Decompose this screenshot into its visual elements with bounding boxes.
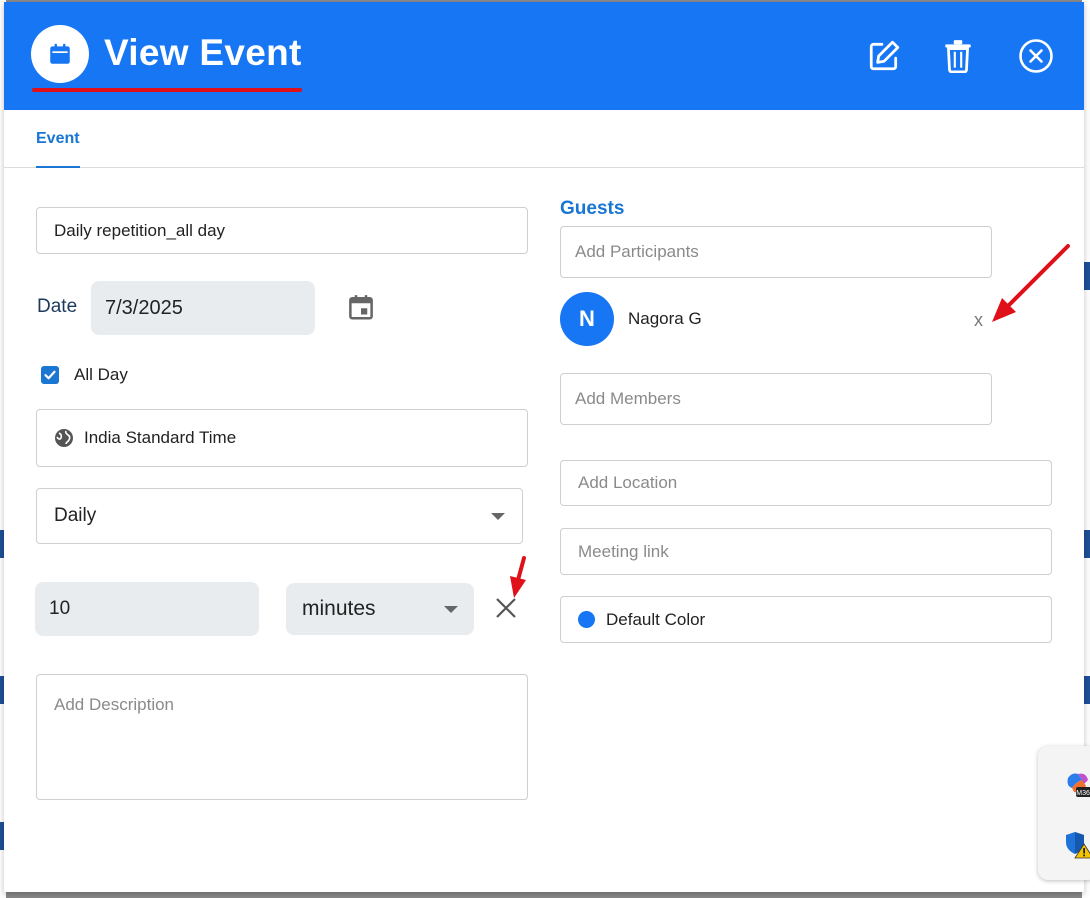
- description-placeholder: Add Description: [54, 695, 175, 714]
- event-title-input[interactable]: Daily repetition_all day: [36, 207, 528, 254]
- edit-icon: [869, 40, 900, 71]
- chevron-down-icon: [444, 606, 458, 613]
- repeat-value: Daily: [54, 505, 97, 526]
- reminder-value: 10: [49, 598, 71, 619]
- meeting-link-placeholder: Meeting link: [578, 541, 669, 561]
- tab-bar: Event: [4, 110, 1084, 168]
- security-warning-icon[interactable]: [1064, 830, 1090, 865]
- location-placeholder: Add Location: [578, 473, 678, 492]
- avatar: N: [560, 292, 614, 346]
- dialog-header: View Event: [4, 2, 1084, 110]
- checkmark-icon: [44, 370, 56, 380]
- participants-placeholder: Add Participants: [575, 242, 699, 261]
- meeting-link-input[interactable]: Meeting link: [560, 528, 1052, 575]
- remove-guest-button[interactable]: x: [974, 310, 983, 331]
- description-textarea[interactable]: Add Description: [36, 674, 528, 800]
- color-swatch: [578, 611, 595, 628]
- dialog-title: View Event: [104, 32, 302, 73]
- members-placeholder: Add Members: [575, 389, 681, 408]
- participants-input[interactable]: Add Participants: [560, 226, 992, 278]
- annotation-underline: [32, 88, 302, 92]
- location-input[interactable]: Add Location: [560, 460, 1052, 506]
- all-day-label: All Day: [74, 365, 128, 384]
- delete-button[interactable]: [938, 36, 978, 76]
- guests-heading: Guests: [560, 198, 625, 219]
- date-value: 7/3/2025: [105, 296, 183, 319]
- chevron-down-icon: [491, 513, 505, 520]
- timezone-field[interactable]: India Standard Time: [36, 409, 528, 467]
- members-input[interactable]: Add Members: [560, 373, 992, 425]
- reminder-unit-select[interactable]: minutes: [286, 583, 474, 635]
- all-day-checkbox[interactable]: [41, 366, 59, 384]
- reminder-value-field[interactable]: 10: [35, 582, 259, 636]
- guest-name: Nagora G: [628, 309, 702, 328]
- m365-copilot-icon[interactable]: M365: [1064, 770, 1090, 803]
- svg-text:M365: M365: [1076, 790, 1090, 797]
- close-icon: [496, 598, 516, 618]
- close-button[interactable]: [1016, 36, 1056, 76]
- date-field[interactable]: 7/3/2025: [91, 281, 315, 335]
- remove-reminder-button[interactable]: [494, 596, 518, 625]
- calendar-icon: [349, 295, 373, 320]
- timezone-value: India Standard Time: [84, 428, 237, 447]
- event-title-value: Daily repetition_all day: [54, 220, 226, 240]
- color-label: Default Color: [606, 609, 706, 629]
- edit-button[interactable]: [864, 36, 904, 76]
- date-picker-button[interactable]: [346, 292, 376, 327]
- tab-event[interactable]: Event: [36, 130, 80, 168]
- color-select[interactable]: Default Color: [560, 596, 1052, 643]
- repeat-select[interactable]: Daily: [36, 488, 523, 544]
- close-circle-icon: [1019, 39, 1053, 73]
- globe-icon: [55, 429, 73, 447]
- date-label: Date: [37, 296, 78, 317]
- calendar-icon: [31, 25, 89, 83]
- trash-icon: [945, 40, 971, 73]
- side-widget: M365: [1038, 746, 1090, 880]
- view-event-dialog: View Event Event Daily repetition_all da…: [4, 2, 1084, 892]
- reminder-unit-value: minutes: [302, 597, 376, 620]
